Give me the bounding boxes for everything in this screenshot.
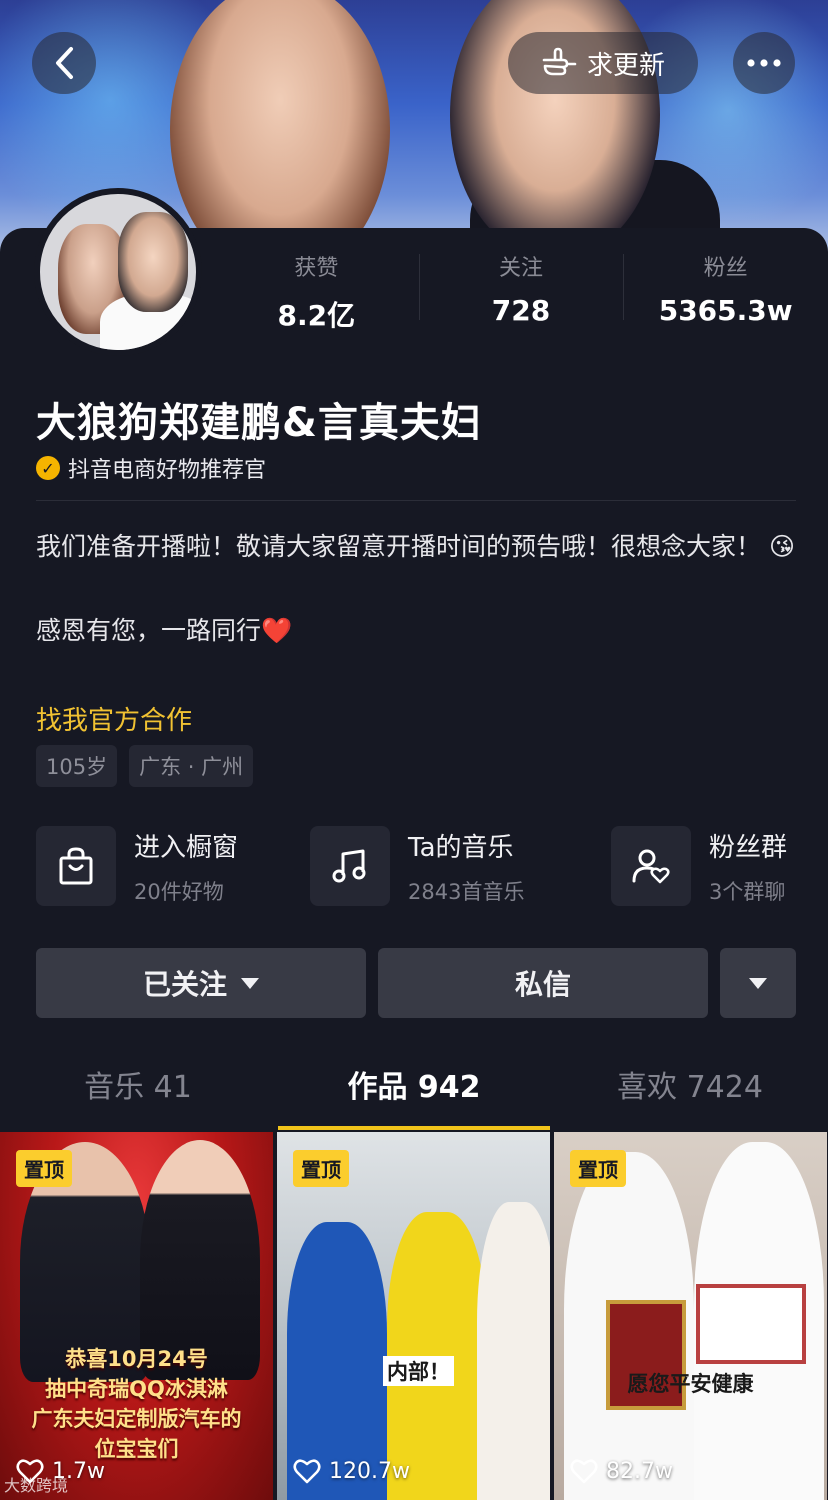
avatar-man [118,212,188,312]
feature-title: Ta的音乐 [408,832,514,863]
video-caption: 愿您平安健康 [627,1372,754,1396]
followed-button[interactable]: 已关注 [36,948,366,1018]
pointing-hand-icon [542,47,577,76]
stat-value: 728 [491,294,551,327]
tab-music[interactable]: 音乐 41 [0,1062,276,1128]
video-caption: 内部！ [383,1356,454,1386]
stat-likes: 获赞 8.2亿 [214,250,419,332]
more-icon [747,59,781,67]
avatar[interactable] [34,188,202,356]
profile-bio: 我们准备开播啦！敬请大家留意开播时间的预告哦！很想念大家！ 😘 感恩有您，一路同… [36,526,796,652]
request-update-label: 求更新 [586,50,665,81]
more-button[interactable] [733,32,795,94]
caret-down-icon [749,977,767,989]
thumb-person [477,1202,550,1500]
content-tabs: 音乐 41 作品 942 喜欢 7424 [0,1062,828,1130]
verified-check-icon: ✓ [36,456,60,480]
stat-followers[interactable]: 粉丝 5365.3w [623,250,828,330]
caret-down-icon [241,977,259,989]
followed-label: 已关注 [142,968,227,1001]
profile-tags: 105岁 广东 · 广州 [36,745,254,787]
verified-badge-row[interactable]: ✓ 抖音电商好物推荐官 [36,452,266,484]
music-note-icon [310,826,390,906]
feature-title: 粉丝群 [709,832,788,863]
request-update-button[interactable]: 求更新 [508,32,698,94]
music-entry[interactable]: Ta的音乐 2843首音乐 [310,826,524,906]
back-button[interactable] [32,32,96,94]
feature-title: 进入橱窗 [134,832,239,863]
bio-line: 我们准备开播啦！敬请大家留意开播时间的预告哦！很想念大家！ 😘 [36,532,796,561]
video-likes: 82.7w [570,1458,673,1484]
video-grid: 恭喜10月24号 抽中奇瑞QQ冰淇淋 广东夫妇定制版汽车的 位宝宝们 置顶 1.… [0,1132,828,1500]
tab-likes[interactable]: 喜欢 7424 [552,1062,828,1128]
stat-following[interactable]: 关注 728 [418,250,624,330]
shop-window-entry[interactable]: 进入橱窗 20件好物 [36,826,238,906]
stat-label: 关注 [499,256,544,281]
age-tag: 105岁 [36,745,118,787]
stat-value: 8.2亿 [277,299,356,332]
video-thumbnail[interactable]: 恭喜10月24号 抽中奇瑞QQ冰淇淋 广东夫妇定制版汽车的 位宝宝们 置顶 1.… [0,1132,273,1500]
chevron-left-icon [56,47,73,79]
heart-outline-icon [293,1459,321,1484]
message-button[interactable]: 私信 [378,948,708,1018]
heart-outline-icon [570,1459,598,1484]
pinned-badge: 置顶 [570,1150,626,1187]
stat-label: 粉丝 [703,256,748,281]
stat-label: 获赞 [294,256,339,281]
feature-subtitle: 20件好物 [134,879,224,904]
fan-group-entry[interactable]: 粉丝群 3个群聊 [611,826,787,906]
bio-line: 感恩有您，一路同行❤️ [36,616,293,645]
pinned-badge: 置顶 [293,1150,349,1187]
feature-shortcuts: 进入橱窗 20件好物 Ta的音乐 2843首音乐 粉丝群 3个群聊 [36,826,796,908]
thumb-certificate [696,1284,806,1364]
video-thumbnail[interactable]: 愿您平安健康 置顶 82.7w [554,1132,827,1500]
shopping-bag-icon [36,826,116,906]
pinned-badge: 置顶 [16,1150,72,1187]
likes-count: 82.7w [606,1458,673,1484]
profile-stats: 获赞 8.2亿 关注 728 粉丝 5365.3w [214,250,828,332]
video-likes: 120.7w [293,1458,410,1484]
video-caption: 恭喜10月24号 抽中奇瑞QQ冰淇淋 广东夫妇定制版汽车的 位宝宝们 [31,1347,242,1461]
divider [36,500,796,501]
stat-value: 5365.3w [658,294,793,327]
verified-label: 抖音电商好物推荐官 [68,458,267,483]
tab-works[interactable]: 作品 942 [276,1062,552,1130]
banner-photo-woman [170,0,390,260]
video-thumbnail[interactable]: 内部！ 置顶 120.7w [277,1132,550,1500]
message-label: 私信 [514,968,571,1001]
feature-subtitle: 3个群聊 [709,879,786,904]
profile-actions: 已关注 私信 [36,948,796,1018]
watermark: 大数跨境 [4,1476,69,1495]
likes-count: 120.7w [329,1458,410,1484]
feature-subtitle: 2843首音乐 [408,879,525,904]
official-cooperation-link[interactable]: 找我官方合作 [36,700,192,737]
fan-group-icon [611,826,691,906]
location-tag: 广东 · 广州 [129,745,254,787]
profile-name: 大狼狗郑建鹏&言真夫妇 [36,400,482,446]
more-actions-dropdown[interactable] [720,948,796,1018]
